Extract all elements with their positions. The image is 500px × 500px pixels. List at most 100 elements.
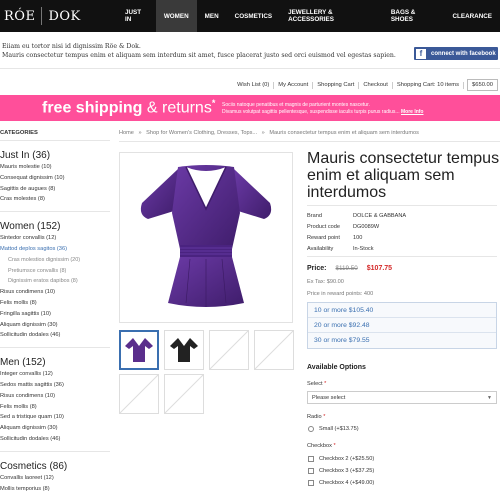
breadcrumb-category[interactable]: Shop for Women's Clothing, Dresses, Tops… [146,130,257,136]
select-label-text: Select [307,381,323,387]
discount-tier: 30 or more $79.55 [308,333,496,348]
thumbnail-black[interactable] [164,330,204,370]
purple-top-thumbnail [125,338,153,362]
intro-line-1: Eiiam eu tortor nisi id dignissim Röe & … [2,43,141,50]
spec-key: Brand [307,213,322,220]
sidebar-category-item[interactable]: Risus condimens (10) [0,287,110,298]
breadcrumb: Home » Shop for Women's Clothing, Dresse… [119,130,419,136]
placeholder-thumbnail [119,374,159,414]
wishlist-link[interactable]: Wish List (0) [233,81,275,89]
spec-row: Product code DG0089W [307,222,406,233]
main-nav: JUST IN WOMEN MEN COSMETICS JEWELLERY & ACCE… [117,0,500,32]
facebook-connect-button[interactable]: f connect with facebook [414,47,498,60]
spec-value: In-Stock [353,245,374,252]
intro-line-2: Mauris consectetur tempus enim et aliqua… [2,52,396,59]
sidebar-category-item[interactable]: Convallis laoreet (12) [0,473,110,484]
sidebar-subcategory[interactable]: Dignissim eratos dapibos (8) [0,276,110,287]
checkbox-option[interactable]: Checkbox 3 (+$37.25) [308,468,374,474]
sidebar-category-item[interactable]: Sollicitudin dodales (46) [0,330,110,341]
sidebar-category-item[interactable]: Cras molestes (8) [0,194,110,205]
logo-text-right: DOK [48,8,81,24]
spec-value: DOLCE & GABBANA [353,213,407,220]
thumbnail-placeholder[interactable] [254,330,294,370]
price-line: Price: $119.50 $107.75 [307,265,392,272]
sidebar-category-item[interactable]: Aliquam dignissim (30) [0,423,110,434]
shopping-cart-link[interactable]: Shopping Cart [313,81,360,89]
sidebar-subcategory[interactable]: Pretiumsce convallis (8) [0,266,110,277]
checkbox[interactable] [308,468,314,474]
spec-row: Brand DOLCE & GABBANA [307,211,406,222]
select-value: Please select [312,394,346,401]
divider [307,205,497,206]
checkbox-field-label: Checkbox * [307,443,336,449]
cart-summary[interactable]: Shopping Cart: 10 items [393,81,465,89]
sidebar-category-heading[interactable]: Women (152) [0,221,110,232]
chevron-down-icon: ▼ [487,395,492,401]
nav-item-just-in[interactable]: JUST IN [117,0,156,32]
sidebar-subcategory[interactable]: Cras molestios dignissim (20) [0,255,110,266]
breadcrumb-separator: » [138,130,142,136]
sidebar-category-item[interactable]: Sed a tristique quam (10) [0,412,110,423]
sidebar-category-item[interactable]: Felis mollis (8) [0,402,110,413]
checkout-link[interactable]: Checkout [359,81,393,89]
nav-item-cosmetics[interactable]: COSMETICS [227,0,280,32]
nav-item-clearance[interactable]: CLEARANCE [444,0,500,32]
thumbnail-placeholder[interactable] [209,330,249,370]
sidebar-category-item[interactable]: Mattod deplos sagitos (36) [0,244,110,255]
old-price: $119.50 [335,265,358,272]
site-logo[interactable]: RÓE DOK [4,5,81,27]
sidebar-category-heading[interactable]: Cosmetics (86) [0,461,110,472]
reward-points-price: Price in reward points: 400 [307,291,374,297]
facebook-icon: f [416,48,426,59]
price-label: Price: [307,265,327,272]
banner-star: * [211,98,216,108]
sidebar-category-item[interactable]: Felis mollis (8) [0,298,110,309]
banner-more-link[interactable]: More Info [401,109,424,115]
nav-item-jewellery-accessories[interactable]: JEWELLERY & ACCESSORIES [280,0,383,32]
checkbox[interactable] [308,456,314,462]
sidebar-category-item[interactable]: Consequat dignissim (10) [0,173,110,184]
checkbox-option[interactable]: Checkbox 4 (+$49.00) [308,480,374,486]
breadcrumb-home[interactable]: Home [119,130,134,136]
sidebar-category-heading[interactable]: Just In (36) [0,150,110,161]
discount-tier: 10 or more $105.40 [308,303,496,318]
thumbnail-purple[interactable] [119,330,159,370]
spec-value: DG0089W [353,224,380,231]
sidebar-category-item[interactable]: Aliquam dignissim (30) [0,320,110,331]
product-main-image[interactable] [119,152,293,323]
sidebar-category-item[interactable]: Mollis temporius (8) [0,484,110,495]
spec-key: Availability [307,245,334,252]
sidebar-category-item[interactable]: Risus condimens (10) [0,391,110,402]
nav-item-women[interactable]: WOMEN [155,0,197,32]
thumbnail-placeholder[interactable] [119,374,159,414]
radio-button[interactable] [308,426,314,432]
sidebar-category-item[interactable]: Sagittis de augues (8) [0,184,110,195]
nav-item-bags-shoes[interactable]: BAGS & SHOES [383,0,445,32]
thumbnail-placeholder[interactable] [164,374,204,414]
cart-total[interactable]: $650.00 [467,79,498,91]
sidebar-category-item[interactable]: Sintedor convallis (12) [0,233,110,244]
checkbox-option[interactable]: Checkbox 2 (+$25.50) [308,456,374,462]
banner-text-2: Divamus volutpat sagittis pellentesque, … [222,108,400,115]
radio-label-text: Radio [307,414,322,420]
required-mark: * [324,381,327,387]
purple-top-image [140,165,272,307]
sidebar-category-heading[interactable]: Men (152) [0,357,110,368]
sidebar-category-item[interactable]: Sollicitudin dodales (46) [0,434,110,445]
checkbox-option-label: Checkbox 2 (+$25.50) [319,456,375,462]
sidebar-category-item[interactable]: Mauris molestie (10) [0,162,110,173]
sidebar-category-item[interactable]: Sedos mattis sagittis (36) [0,380,110,391]
checkbox[interactable] [308,480,314,486]
nav-item-men[interactable]: MEN [197,0,227,32]
radio-option-small[interactable]: Small (+$13.75) [308,426,359,432]
black-top-thumbnail [170,338,198,362]
divider [0,68,500,69]
radio-field-label: Radio * [307,414,325,420]
logo-divider [41,7,43,25]
promo-banner[interactable]: free shipping & returns* Sociis natoque … [0,95,500,121]
my-account-link[interactable]: My Account [274,81,314,89]
sidebar-category-item[interactable]: Fringilla sagittis (10) [0,309,110,320]
sidebar-category-item[interactable]: Integer convallis (12) [0,369,110,380]
option-select[interactable]: Please select ▼ [307,391,497,404]
top-nav-bar: RÓE DOK JUST IN WOMEN MEN COSMETICS JEWELLER… [0,0,500,32]
